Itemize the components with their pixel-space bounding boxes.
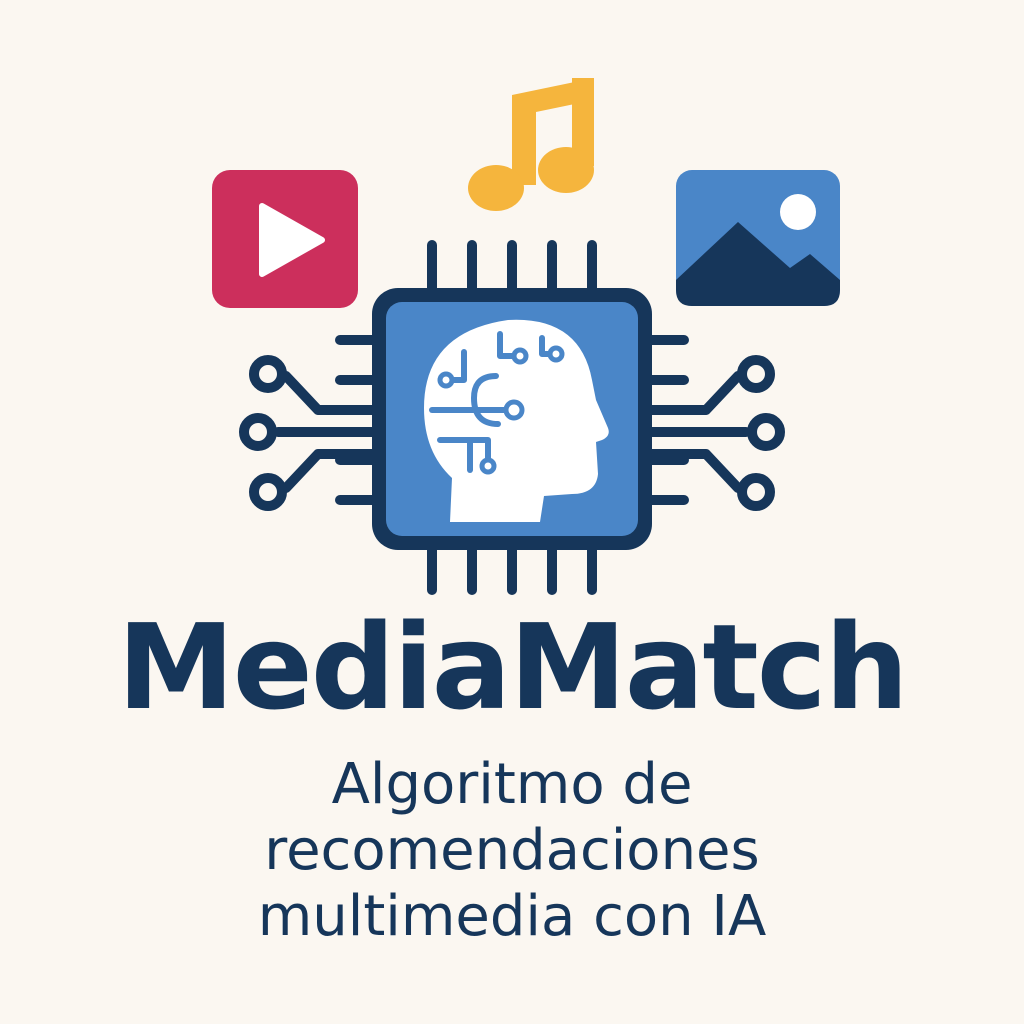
- brand-tagline: Algoritmo de recomendaciones multimedia …: [0, 752, 1024, 950]
- tagline-line-2: recomendaciones: [264, 818, 760, 883]
- image-landscape-icon: [676, 170, 840, 306]
- tagline-line-3: multimedia con IA: [257, 884, 767, 949]
- brand-title: MediaMatch: [117, 598, 908, 736]
- chip-pins-left: [335, 335, 377, 505]
- tagline-line-1: Algoritmo de: [331, 752, 693, 817]
- logo-artwork: [212, 78, 840, 595]
- play-button-icon: [212, 170, 358, 308]
- chip-pins-bottom: [427, 543, 597, 595]
- chip-pins-top: [427, 240, 597, 295]
- music-note-icon: [468, 78, 594, 211]
- chip-pins-right: [647, 335, 689, 505]
